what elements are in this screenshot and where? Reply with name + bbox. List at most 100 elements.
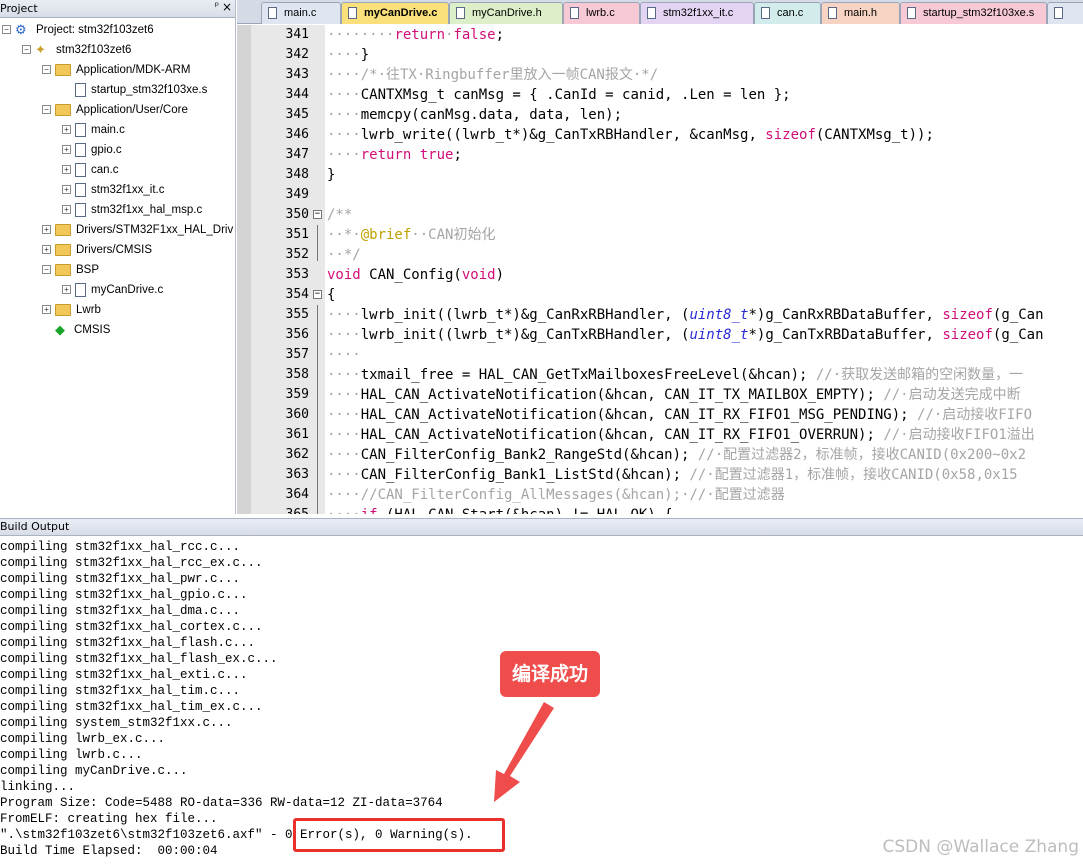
tab-startup-stm32f103xe-s[interactable]: startup_stm32f103xe.s xyxy=(900,2,1047,24)
expand-icon[interactable]: + xyxy=(62,185,71,195)
code-line[interactable]: ····} xyxy=(327,45,369,65)
code-token: /** xyxy=(327,207,353,223)
tree-item[interactable]: startup_stm32f103xe.s xyxy=(62,80,207,100)
tree-item[interactable]: + can.c xyxy=(62,160,119,180)
expand-icon[interactable]: + xyxy=(62,205,71,215)
code-line[interactable]: ··*/ xyxy=(327,245,361,265)
fold-collapse-icon[interactable]: − xyxy=(313,290,322,299)
code-token: if xyxy=(361,507,378,514)
tab-overflow[interactable] xyxy=(1047,2,1083,24)
build-output-line: compiling stm32f1xx_hal_cortex.c... xyxy=(0,620,263,634)
code-editor[interactable]: 341 342 343 344 345 346 347 348 349 350−351 352 353… xyxy=(237,25,1083,514)
code-token: void xyxy=(327,267,361,283)
collapse-icon[interactable]: − xyxy=(42,265,51,275)
code-token: @brief xyxy=(360,227,412,243)
code-token: sizeof xyxy=(942,307,993,323)
code-token: //·启动发送完成中断 xyxy=(883,387,1021,403)
tree-item[interactable]: − ✦ stm32f103zet6 xyxy=(22,40,131,60)
code-token: ; xyxy=(495,27,505,43)
code-line[interactable]: ····/*·往TX·Ringbuffer里放入一帧CAN报文·*/ xyxy=(327,65,658,85)
tree-item[interactable]: + stm32f1xx_hal_msp.c xyxy=(62,200,202,220)
code-token: ···· xyxy=(327,447,361,463)
tree-item[interactable]: − BSP xyxy=(42,260,99,280)
expand-icon[interactable]: + xyxy=(62,285,71,295)
code-line[interactable]: ····HAL_CAN_ActivateNotification(&hcan, … xyxy=(327,385,1021,405)
build-output-line: compiling stm32f1xx_hal_exti.c... xyxy=(0,668,248,682)
code-line[interactable]: ····HAL_CAN_ActivateNotification(&hcan, … xyxy=(327,425,1035,445)
code-line[interactable]: ····memcpy(canMsg.data, data, len); xyxy=(327,105,622,125)
code-token: false xyxy=(453,27,496,43)
code-line[interactable]: ····if (HAL_CAN_Start(&hcan) != HAL_OK) … xyxy=(327,505,673,514)
code-line[interactable]: ··*·@brief··CAN初始化 xyxy=(327,225,495,245)
tree-item[interactable]: + Drivers/CMSIS xyxy=(42,240,152,260)
code-line[interactable]: ····lwrb_init((lwrb_t*)&g_CanTxRBHandler… xyxy=(327,325,1044,345)
tree-item[interactable]: + main.c xyxy=(62,120,125,140)
code-line[interactable]: ····return true; xyxy=(327,145,462,165)
tab-stm32f1xx-it-c[interactable]: stm32f1xx_it.c xyxy=(640,2,754,24)
code-token: return xyxy=(360,147,412,163)
line-number: 341 xyxy=(285,27,309,42)
tree-item[interactable]: + stm32f1xx_it.c xyxy=(62,180,165,200)
code-line[interactable]: ····CAN_FilterConfig_Bank2_RangeStd(&hca… xyxy=(327,445,1026,465)
code-token: CAN_FilterConfig_Bank2_RangeStd(&hcan); xyxy=(360,447,698,463)
tab-lwrb-c[interactable]: lwrb.c xyxy=(563,2,640,24)
expand-icon[interactable]: + xyxy=(62,125,71,135)
tab-main-h[interactable]: main.h xyxy=(821,2,900,24)
tree-item[interactable]: + Drivers/STM32F1xx_HAL_Driv xyxy=(42,220,233,240)
code-line[interactable]: ····HAL_CAN_ActivateNotification(&hcan, … xyxy=(327,405,1032,425)
tree-item[interactable]: − ⚙ Project: stm32f103zet6 xyxy=(2,20,154,40)
code-token: //·配置过滤器2，标准帧，接收CANID(0x200~0x2 xyxy=(697,447,1027,463)
tab-label: main.h xyxy=(844,7,878,19)
collapse-icon[interactable]: − xyxy=(42,65,51,75)
code-line[interactable]: } xyxy=(327,165,335,185)
file-icon xyxy=(761,7,770,19)
code-line[interactable]: ····CANTXMsg_t canMsg = { .CanId = canid… xyxy=(327,85,791,105)
tab-mycandrive-c[interactable]: myCanDrive.c xyxy=(341,2,449,24)
code-line[interactable]: ···· xyxy=(327,345,361,365)
tab-main-c[interactable]: main.c xyxy=(261,2,341,24)
code-token: //·配置过滤器1，标准帧，接收CANID(0x58,0x15 xyxy=(689,467,1018,483)
expand-icon[interactable]: + xyxy=(42,225,51,235)
code-token: ···· xyxy=(327,327,361,343)
collapse-icon[interactable]: − xyxy=(42,105,51,115)
code-token: //·获取发送邮箱的空闲数量，一 xyxy=(815,367,1024,383)
close-icon[interactable]: × xyxy=(222,0,232,14)
expand-icon[interactable]: + xyxy=(62,165,71,175)
code-line[interactable]: { xyxy=(327,285,335,305)
pin-icon[interactable]: ᵖ xyxy=(215,1,219,12)
fold-collapse-icon[interactable]: − xyxy=(313,210,322,219)
breakpoint-strip[interactable] xyxy=(237,25,251,514)
collapse-icon[interactable]: − xyxy=(22,45,31,55)
folder-icon xyxy=(55,63,71,76)
tab-can-c[interactable]: can.c xyxy=(754,2,821,24)
code-line[interactable]: /** xyxy=(327,205,352,225)
expand-icon[interactable]: + xyxy=(42,245,51,255)
tree-item-label: Application/MDK-ARM xyxy=(76,64,191,76)
tree-item[interactable]: − Application/User/Core xyxy=(42,100,188,120)
tree-item[interactable]: ◆ CMSIS xyxy=(42,320,110,340)
line-number: 346 xyxy=(285,127,309,142)
tree-item[interactable]: + gpio.c xyxy=(62,140,122,160)
tree-item-label: Drivers/STM32F1xx_HAL_Driv xyxy=(76,224,234,236)
expand-icon[interactable]: + xyxy=(62,145,71,155)
code-line[interactable]: ········return·false; xyxy=(327,25,504,45)
code-line[interactable]: ····lwrb_init((lwrb_t*)&g_CanRxRBHandler… xyxy=(327,305,1044,325)
tree-item[interactable]: − Application/MDK-ARM xyxy=(42,60,190,80)
tab-mycandrive-h[interactable]: myCanDrive.h xyxy=(449,2,563,24)
code-line[interactable]: ····txmail_free = HAL_CAN_GetTxMailboxes… xyxy=(327,365,1023,385)
tree-item-label: myCanDrive.c xyxy=(91,284,164,296)
code-token: ; xyxy=(453,147,462,163)
code-token: sizeof xyxy=(765,127,816,143)
line-number: 364 xyxy=(285,487,309,502)
tab-label: startup_stm32f103xe.s xyxy=(923,7,1035,19)
tree-item[interactable]: + myCanDrive.c xyxy=(62,280,163,300)
code-token: uint8_t xyxy=(689,307,749,323)
code-line[interactable]: ····lwrb_write((lwrb_t*)&g_CanTxRBHandle… xyxy=(327,125,934,145)
expand-icon[interactable]: + xyxy=(42,305,51,315)
code-line[interactable]: ····//CAN_FilterConfig_AllMessages(&hcan… xyxy=(327,485,785,505)
code-line[interactable]: ····CAN_FilterConfig_Bank1_ListStd(&hcan… xyxy=(327,465,1018,485)
tree-item[interactable]: + Lwrb xyxy=(42,300,101,320)
code-line[interactable]: void CAN_Config(void) xyxy=(327,265,504,285)
collapse-icon[interactable]: − xyxy=(2,25,11,35)
cmsis-gem-icon: ◆ xyxy=(55,321,65,337)
